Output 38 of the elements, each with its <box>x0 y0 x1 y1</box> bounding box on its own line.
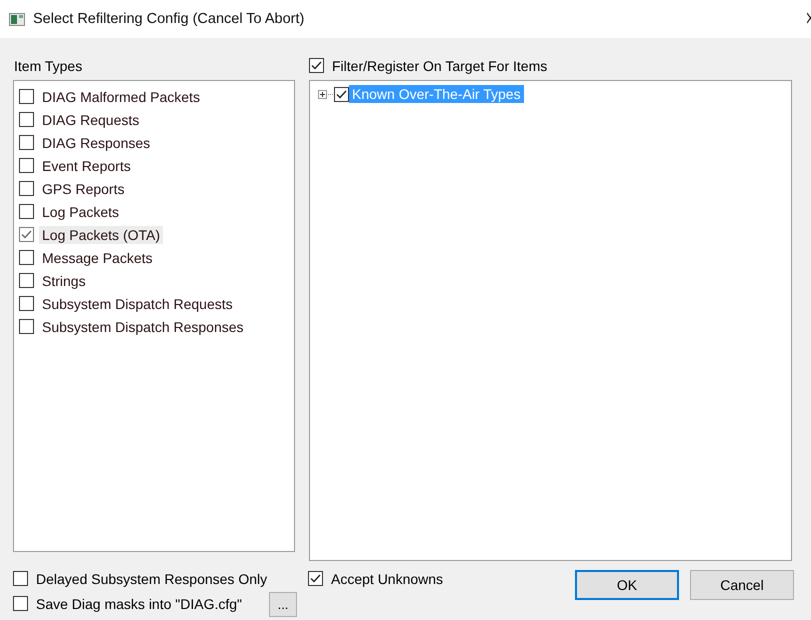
checkbox[interactable] <box>19 227 34 242</box>
checkbox[interactable] <box>19 112 34 127</box>
checkbox-label: Message Packets <box>41 248 154 266</box>
checkbox-label: DIAG Responses <box>41 134 152 152</box>
checkbox-label: Filter/Register On Target For Items <box>331 56 548 74</box>
checkbox-label: Delayed Subsystem Responses Only <box>35 570 268 588</box>
browse-button[interactable]: ... <box>269 592 297 617</box>
dialog-button[interactable]: Cancel <box>690 570 794 600</box>
checkbox-label: Log Packets (OTA) <box>39 226 164 244</box>
checkbox-label: Event Reports <box>41 156 132 174</box>
checkbox[interactable] <box>19 296 34 311</box>
expand-icon[interactable] <box>318 90 327 99</box>
checkbox[interactable] <box>19 89 34 104</box>
checkbox[interactable] <box>13 596 28 611</box>
app-icon <box>9 12 25 26</box>
checkbox[interactable] <box>19 319 34 334</box>
checkbox-label: Save Diag masks into "DIAG.cfg" <box>35 594 244 612</box>
checkbox[interactable] <box>309 58 324 73</box>
checkbox-label: Log Packets <box>41 202 120 220</box>
checkbox[interactable] <box>19 158 34 173</box>
window-title: Select Refiltering Config (Cancel To Abort) <box>33 11 304 27</box>
checkbox-label: DIAG Requests <box>41 110 140 128</box>
checkbox-label: Accept Unknowns <box>330 570 444 588</box>
dialog-button[interactable]: OK <box>575 570 679 600</box>
checkbox-label: Strings <box>41 272 87 290</box>
checkbox[interactable] <box>19 204 34 219</box>
checkbox[interactable] <box>334 86 349 102</box>
checkbox-label: GPS Reports <box>41 180 126 198</box>
checkbox-label: DIAG Malformed Packets <box>41 88 201 106</box>
checkbox[interactable] <box>308 571 323 586</box>
checkbox[interactable] <box>19 181 34 196</box>
checkbox-label: Subsystem Dispatch Responses <box>41 318 245 336</box>
checkbox[interactable] <box>19 273 34 288</box>
checkbox[interactable] <box>19 250 34 265</box>
checkbox-label: Subsystem Dispatch Requests <box>41 294 234 312</box>
checkbox[interactable] <box>19 135 34 150</box>
checkbox[interactable] <box>13 571 28 586</box>
group-label: Item Types <box>13 56 84 76</box>
